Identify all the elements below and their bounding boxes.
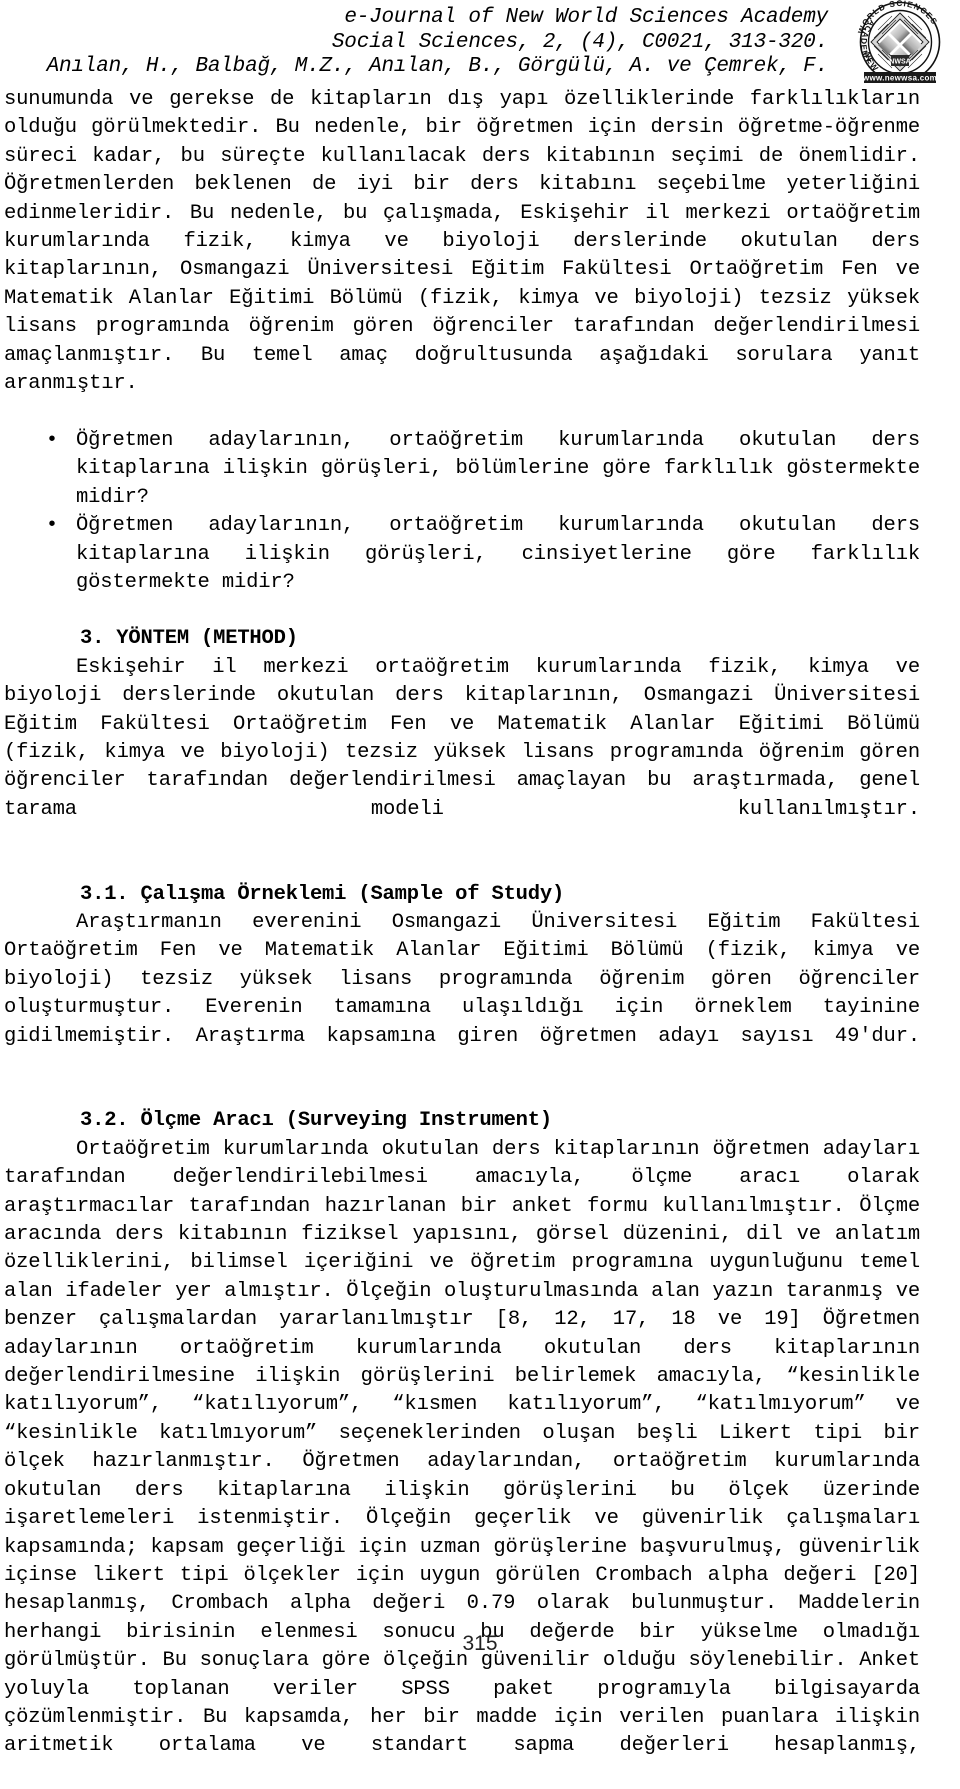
- bullet-icon: •: [46, 428, 58, 452]
- seal-url-label: www.newwsa.com: [862, 74, 937, 83]
- paragraph-instrument: Ortaöğretim kurumlarında okutulan ders k…: [4, 1136, 920, 1789]
- journal-title-line: e-Journal of New World Sciences Academy: [344, 6, 828, 29]
- article-body: sunumunda ve gerekse de kitapların dış y…: [4, 86, 920, 1789]
- document-page: e-Journal of New World Sciences Academy …: [0, 0, 960, 1757]
- author-list-line: Anılan, H., Balbağ, M.Z., Anılan, B., Gö…: [46, 55, 829, 78]
- running-head: e-Journal of New World Sciences Academy …: [0, 6, 838, 80]
- paragraph-sample-text: Araştırmanın everenini Osmangazi Ünivers…: [4, 910, 920, 1048]
- seal-icon: WORLD SCIENCES NEW ACADEMY NWSA www.neww…: [848, 0, 941, 83]
- bullet-icon: •: [46, 514, 58, 538]
- paragraph-method-text: Eskişehir il merkezi ortaöğretim kurumla…: [4, 655, 920, 821]
- section-heading-instrument: 3.2. Ölçme Aracı (Surveying Instrument): [80, 1109, 552, 1133]
- seal-center-label: NWSA: [889, 58, 910, 65]
- journal-seal-logo: WORLD SCIENCES NEW ACADEMY NWSA www.neww…: [848, 0, 952, 84]
- paragraph-instrument-text: Ortaöğretim kurumlarında okutulan ders k…: [4, 1137, 920, 1758]
- section-heading-sample: 3.1. Çalışma Örneklemi (Sample of Study): [80, 882, 565, 906]
- question-text: Öğretmen adaylarının, ortaöğretim kuruml…: [76, 514, 920, 594]
- paragraph-sample: Araştırmanın everenini Osmangazi Ünivers…: [4, 909, 920, 1079]
- journal-issue-line: Social Sciences, 2, (4), C0021, 313-320.: [331, 30, 828, 54]
- list-item: • Öğretmen adaylarının, ortaöğretim kuru…: [4, 512, 920, 597]
- page-number: 315: [462, 1632, 498, 1655]
- paragraph-method: Eskişehir il merkezi ortaöğretim kurumla…: [4, 654, 920, 853]
- list-item: • Öğretmen adaylarının, ortaöğretim kuru…: [4, 427, 920, 512]
- paragraph-intro: sunumunda ve gerekse de kitapların dış y…: [4, 88, 920, 396]
- research-questions-list: • Öğretmen adaylarının, ortaöğretim kuru…: [4, 427, 920, 597]
- question-text: Öğretmen adaylarının, ortaöğretim kuruml…: [76, 428, 920, 509]
- section-heading-method: 3. YÖNTEM (METHOD): [80, 627, 298, 651]
